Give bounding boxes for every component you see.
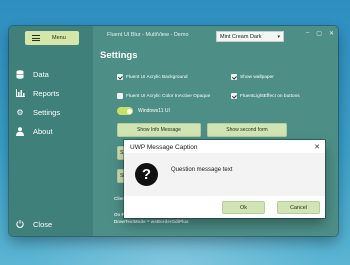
menu-button[interactable]: Menu bbox=[25, 31, 79, 45]
toggle-label: Windows11 UI bbox=[138, 108, 170, 114]
sidebar-item-about[interactable]: About bbox=[9, 123, 93, 139]
button-label: Show Info Message bbox=[137, 127, 181, 133]
sidebar-item-settings[interactable]: ⚙ Settings bbox=[9, 104, 93, 120]
window-title: Fluent UI Blur - MultiView - Demo bbox=[107, 32, 189, 38]
minimize-button[interactable]: – bbox=[306, 30, 309, 37]
button-label: S bbox=[120, 150, 124, 156]
button-label: Cancel bbox=[289, 204, 308, 211]
sidebar-item-label: Settings bbox=[33, 107, 61, 117]
checkbox[interactable] bbox=[117, 74, 123, 80]
sidebar-item-label: Data bbox=[33, 69, 49, 79]
checkbox-show-wallpaper[interactable]: Show wallpaper bbox=[231, 74, 274, 80]
cancel-button[interactable]: Cancel bbox=[277, 201, 320, 214]
sidebar: Menu Data Reports ⚙ Settings About Close bbox=[9, 26, 93, 236]
ok-button[interactable]: Ok bbox=[222, 201, 265, 214]
checkbox-acrylic-background[interactable]: Fluent UI Acrylic Background bbox=[117, 74, 188, 80]
info-line-2: DrawTextMode = wsBorderGdiPlus bbox=[114, 219, 189, 224]
maximize-button[interactable]: ▢ bbox=[316, 30, 322, 37]
database-icon bbox=[15, 69, 25, 79]
window-controls: – ▢ ✕ bbox=[306, 30, 334, 37]
page-title: Settings bbox=[100, 50, 138, 61]
sidebar-item-label: About bbox=[33, 126, 53, 136]
sidebar-item-close[interactable]: Close bbox=[9, 216, 93, 232]
dialog-body: ? Question message text bbox=[124, 153, 325, 196]
close-window-button[interactable]: ✕ bbox=[329, 30, 334, 37]
sidebar-item-label: Close bbox=[33, 219, 53, 229]
checkbox[interactable] bbox=[231, 93, 237, 99]
checkbox[interactable] bbox=[117, 93, 123, 99]
theme-selected-value: Mint Cream Dark bbox=[220, 34, 262, 40]
dialog-close-button[interactable]: ✕ bbox=[314, 143, 320, 151]
gear-icon: ⚙ bbox=[16, 107, 24, 117]
theme-dropdown[interactable]: Mint Cream Dark ▾ bbox=[216, 31, 284, 42]
checkbox-label: Show wallpaper bbox=[240, 74, 274, 80]
dialog-title: UWP Message Caption bbox=[130, 144, 198, 151]
sidebar-item-label: Reports bbox=[33, 88, 60, 98]
message-dialog: UWP Message Caption ✕ ? Question message… bbox=[124, 140, 325, 218]
dialog-message: Question message text bbox=[171, 167, 233, 173]
checkbox[interactable] bbox=[231, 74, 237, 80]
sidebar-item-reports[interactable]: Reports bbox=[9, 85, 93, 101]
menu-label: Menu bbox=[52, 35, 66, 41]
power-icon bbox=[15, 219, 25, 229]
checkbox-acrylic-inactive-opaque[interactable]: Fluent UI Acrylic Color InActive Opaque bbox=[117, 93, 210, 99]
button-label: Ok bbox=[239, 204, 248, 211]
checkbox-label: Fluent UI Acrylic Background bbox=[126, 74, 188, 80]
question-icon: ? bbox=[135, 163, 158, 186]
button-label: Show second form bbox=[226, 127, 268, 133]
sidebar-item-data[interactable]: Data bbox=[9, 66, 93, 82]
checkbox-label: FluentLightEffect on buttons bbox=[240, 93, 300, 99]
hamburger-icon bbox=[32, 34, 40, 43]
bar-chart-icon bbox=[15, 88, 25, 98]
checkbox-light-effect[interactable]: FluentLightEffect on buttons bbox=[231, 93, 300, 99]
checkbox-label: Fluent UI Acrylic Color InActive Opaque bbox=[126, 93, 211, 99]
windows11-ui-toggle[interactable] bbox=[117, 107, 133, 115]
chevron-down-icon: ▾ bbox=[277, 34, 280, 40]
person-icon bbox=[15, 126, 25, 136]
show-info-message-button[interactable]: Show Info Message bbox=[117, 123, 201, 137]
show-second-form-button[interactable]: Show second form bbox=[207, 123, 287, 137]
